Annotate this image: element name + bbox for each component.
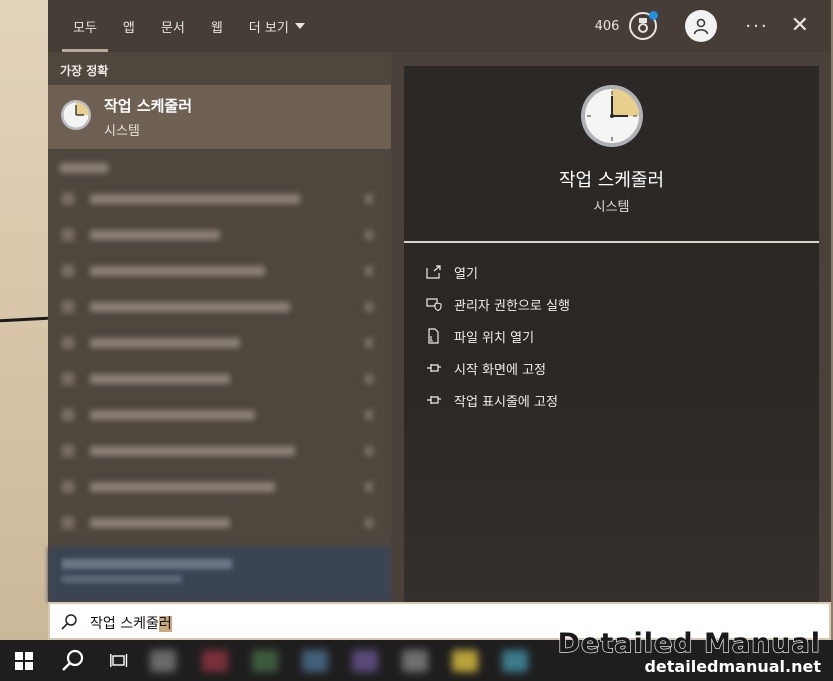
list-item[interactable]	[48, 397, 391, 433]
pin-icon	[427, 364, 441, 372]
account-icon[interactable]	[685, 10, 718, 42]
list-item[interactable]	[48, 505, 391, 541]
list-item[interactable]	[48, 289, 391, 325]
tab-all[interactable]: 모두	[60, 0, 110, 52]
tab-more[interactable]: 더 보기	[236, 0, 318, 52]
medal-icon[interactable]	[629, 11, 659, 40]
search-icon	[60, 613, 78, 635]
detail-subtitle: 시스템	[593, 200, 630, 215]
clock-icon	[60, 99, 92, 135]
list-item[interactable]	[48, 181, 391, 217]
detail-title: 작업 스케줄러	[558, 170, 665, 191]
run-as-admin-action[interactable]: 관리자 권한으로 실행	[426, 288, 570, 320]
open-action[interactable]: 열기	[426, 256, 570, 288]
task-view-icon[interactable]	[110, 652, 128, 674]
search-query: 작업 스케줄	[90, 616, 159, 632]
blurred-heading	[48, 155, 391, 181]
pin-to-taskbar-action[interactable]: 작업 표시줄에 고정	[426, 384, 570, 416]
action-list: 열기 관리자 권한으로 실행 파일 위치 열기 시작 화면에 고정 작업 표시줄…	[426, 256, 570, 416]
watermark-url: detailedmanual.net	[644, 657, 821, 676]
best-match-subtitle: 시스템	[104, 124, 140, 139]
shield-icon	[426, 298, 442, 311]
taskbar-apps	[140, 640, 560, 681]
close-icon[interactable]: ✕	[791, 15, 809, 37]
list-item[interactable]	[48, 469, 391, 505]
taskbar-search-icon[interactable]	[61, 649, 85, 677]
tab-documents[interactable]: 문서	[148, 0, 198, 52]
best-match-item[interactable]: 작업 스케줄러 시스템	[48, 85, 391, 149]
open-icon	[426, 265, 441, 279]
filter-tabs: 모두 앱 문서 웹 더 보기	[60, 0, 318, 52]
best-match-heading: 가장 정확	[60, 64, 109, 78]
open-file-location-action[interactable]: 파일 위치 열기	[426, 320, 570, 352]
list-item[interactable]	[48, 253, 391, 289]
detail-divider	[404, 241, 819, 243]
ellipsis-icon[interactable]: ···	[745, 16, 768, 37]
header-tools: 406 ··· ✕	[595, 0, 831, 52]
file-location-icon	[428, 328, 439, 344]
watermark-title: Detailed Manual	[557, 628, 821, 659]
results-column: 가장 정확 작업 스케줄러 시스템	[48, 52, 391, 602]
notification-dot	[649, 11, 659, 20]
rewards-points: 406	[594, 18, 620, 34]
pin-to-start-action[interactable]: 시작 화면에 고정	[426, 352, 570, 384]
chevron-down-icon	[294, 23, 305, 29]
blurred-web-result[interactable]	[48, 547, 391, 602]
search-window: 모두 앱 문서 웹 더 보기 406 ··· ✕ 가장 정확 작업 스케줄러 시…	[48, 0, 831, 602]
search-topbar: 모두 앱 문서 웹 더 보기 406 ··· ✕	[48, 0, 831, 52]
search-input[interactable]: 작업 스케줄러	[90, 613, 172, 633]
list-item[interactable]	[48, 217, 391, 253]
search-query-selection: 러	[158, 616, 172, 632]
detail-panel: 작업 스케줄러 시스템 열기 관리자 권한으로 실행 파일 위치 열기 시작 화…	[404, 66, 819, 602]
tab-apps[interactable]: 앱	[110, 0, 148, 52]
blurred-results	[48, 155, 391, 545]
watermark: Detailed Manual detailedmanual.net	[557, 628, 821, 676]
list-item[interactable]	[48, 325, 391, 361]
pin-icon	[427, 396, 441, 404]
list-item[interactable]	[48, 361, 391, 397]
clock-icon	[580, 84, 644, 152]
best-match-title: 작업 스케줄러	[104, 97, 193, 115]
tab-web[interactable]: 웹	[198, 0, 236, 52]
windows-start-icon[interactable]	[15, 652, 33, 674]
list-item[interactable]	[48, 433, 391, 469]
